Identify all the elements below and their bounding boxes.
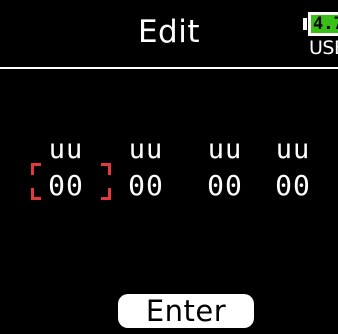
- selection-corner-icon: [31, 188, 41, 200]
- value-field-4[interactable]: uu 00: [263, 135, 323, 225]
- field-value: 00: [207, 169, 243, 202]
- header-divider: [0, 67, 338, 69]
- field-unit-label: uu: [275, 134, 311, 165]
- value-field-1[interactable]: uu 00: [31, 134, 111, 225]
- edit-screen: Edit 4.7 USB uu 00 uu 00 uu 00 uu 00 Ent…: [0, 0, 338, 334]
- field-unit-label: uu: [128, 134, 164, 165]
- value-field-3[interactable]: uu 00: [195, 135, 255, 225]
- power-source-label: USB: [309, 37, 338, 59]
- page-title: Edit: [137, 14, 201, 50]
- field-unit-label: uu: [48, 134, 84, 165]
- field-unit-label: uu: [207, 134, 243, 165]
- enter-button[interactable]: Enter: [118, 294, 254, 328]
- selection-corner-icon: [101, 188, 111, 200]
- field-value: 00: [48, 169, 84, 202]
- field-value: 00: [275, 169, 311, 202]
- selection-corner-icon: [101, 163, 111, 175]
- battery-indicator: 4.7 USB: [303, 12, 338, 60]
- selection-corner-icon: [31, 163, 41, 175]
- battery-level: 4.7: [311, 15, 338, 33]
- value-field-2[interactable]: uu 00: [116, 135, 176, 225]
- battery-tip: [303, 18, 307, 30]
- field-value: 00: [128, 169, 164, 202]
